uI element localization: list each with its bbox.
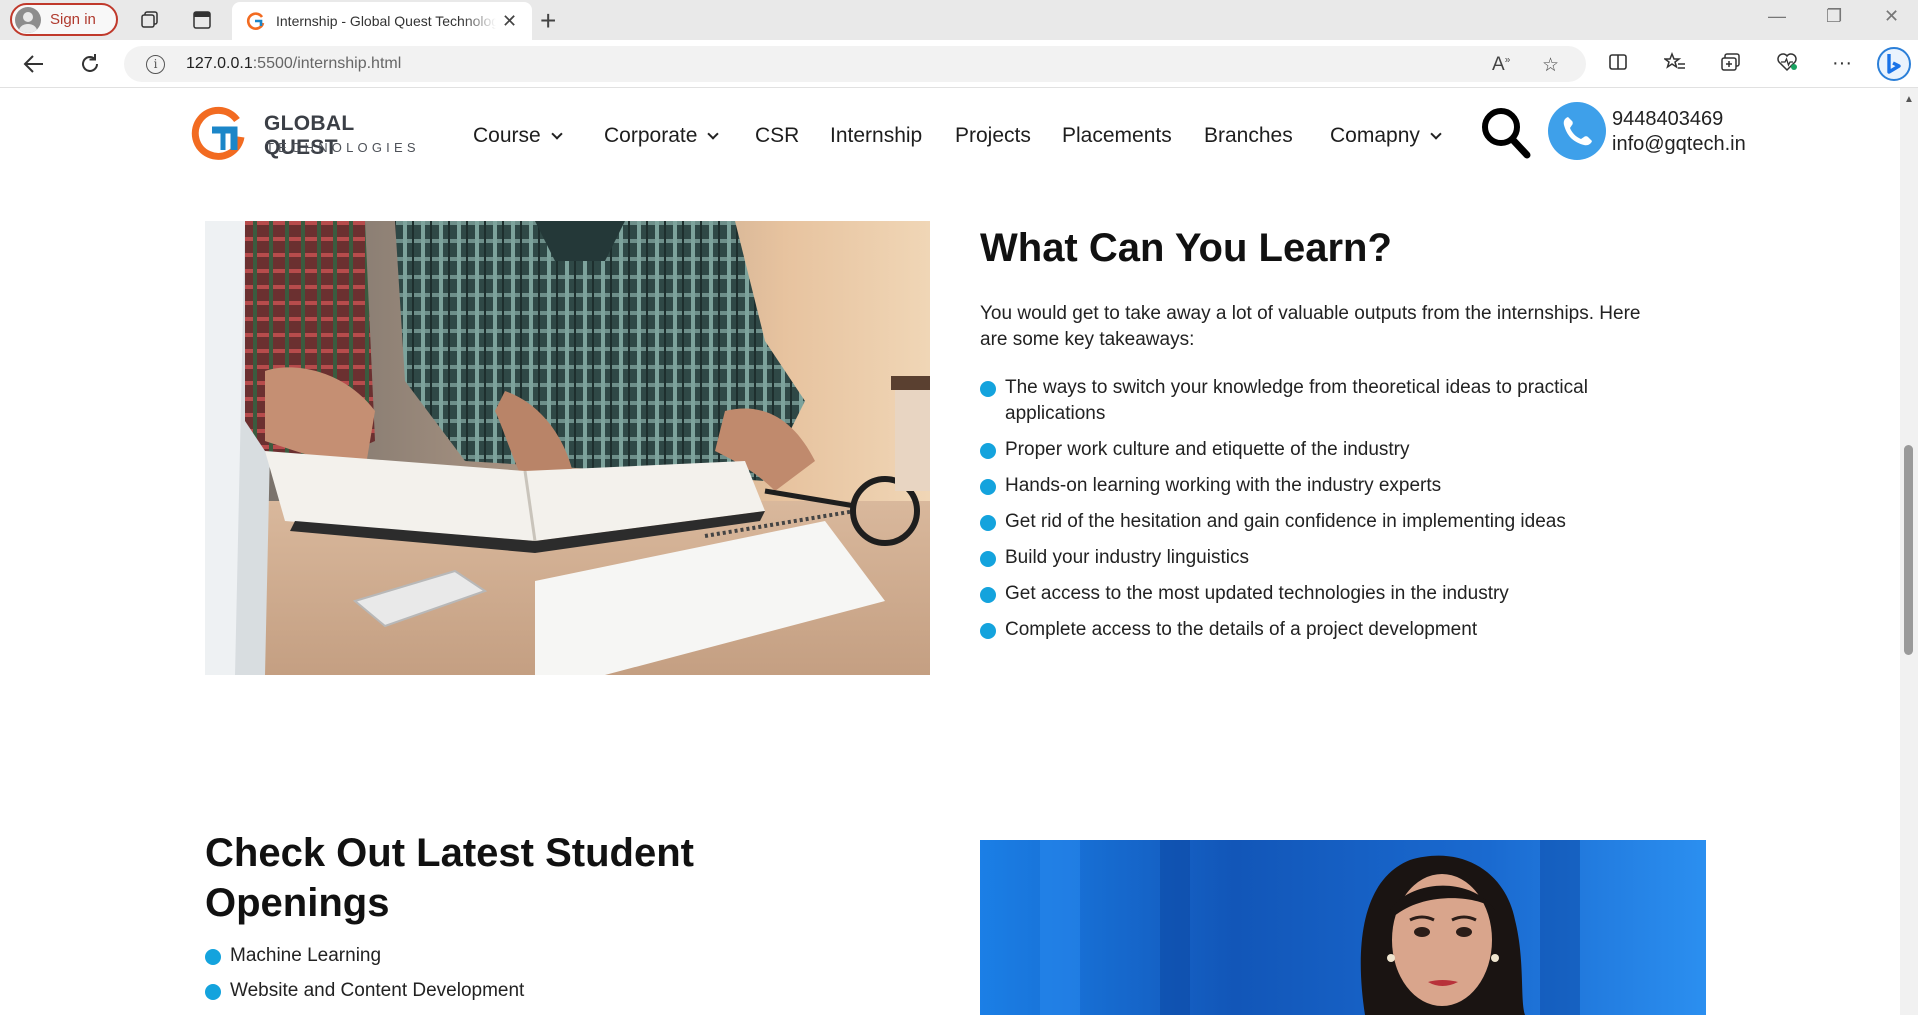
nav-csr[interactable]: CSR (755, 124, 799, 148)
phone-icon[interactable] (1548, 102, 1606, 160)
nav-corporate[interactable]: Corporate (604, 124, 720, 148)
chevron-down-icon (551, 128, 563, 140)
nav-course[interactable]: Course (473, 124, 563, 148)
list-item: Get access to the most updated technolog… (980, 581, 1660, 607)
list-item: Get rid of the hesitation and gain confi… (980, 509, 1660, 535)
learn-heading: What Can You Learn? (980, 226, 1392, 270)
collections-icon[interactable] (1720, 52, 1742, 78)
logo-mark-icon (191, 106, 245, 160)
bullet-icon (980, 381, 996, 397)
page-scrollbar[interactable]: ▲ (1900, 88, 1918, 1015)
split-screen-icon[interactable] (1608, 52, 1628, 78)
address-bar[interactable]: i 127.0.0.1:5500/internship.html A» ☆ (124, 46, 1586, 82)
nav-projects[interactable]: Projects (955, 124, 1031, 148)
list-item: Website and Content Development (205, 978, 805, 1004)
learn-intro: You would get to take away a lot of valu… (980, 303, 1641, 350)
vertical-tabs-icon[interactable] (190, 8, 214, 32)
list-item: Proper work culture and etiquette of the… (980, 437, 1660, 463)
url-text: 127.0.0.1:5500/internship.html (186, 55, 402, 72)
bullet-icon (980, 479, 996, 495)
read-aloud-icon[interactable]: A» (1492, 54, 1510, 76)
info-icon[interactable]: i (146, 55, 165, 74)
bullet-icon (205, 949, 221, 965)
nav-company[interactable]: Comapny (1330, 124, 1442, 148)
bullet-icon (980, 587, 996, 603)
site-logo[interactable]: GLOBAL QUEST TECHNOLOGIES (190, 104, 430, 164)
sign-in-label: Sign in (50, 11, 96, 28)
minimize-icon[interactable]: — (1768, 6, 1786, 27)
openings-list: Machine Learning Website and Content Dev… (205, 943, 805, 1013)
bullet-icon (980, 623, 996, 639)
nav-internship[interactable]: Internship (830, 124, 922, 148)
browser-tab-strip: Sign in Internship - Global Quest Techno… (0, 0, 1918, 40)
bullet-icon (980, 515, 996, 531)
favorites-icon[interactable] (1662, 51, 1686, 78)
workspaces-icon[interactable] (138, 8, 162, 32)
browser-essentials-icon[interactable] (1776, 52, 1798, 78)
list-item: The ways to switch your knowledge from t… (980, 375, 1660, 427)
bullet-icon (980, 551, 996, 567)
site-favicon-icon (247, 12, 265, 30)
contact-email[interactable]: info@gqtech.in (1612, 133, 1746, 156)
address-toolbar: i 127.0.0.1:5500/internship.html A» ☆ ··… (0, 40, 1918, 88)
page-viewport: GLOBAL QUEST TECHNOLOGIES Course Corpora… (0, 88, 1900, 1015)
sign-in-button[interactable]: Sign in (10, 3, 118, 36)
bullet-icon (980, 443, 996, 459)
scrollbar-thumb[interactable] (1904, 445, 1913, 655)
new-tab-button[interactable]: + (540, 5, 556, 37)
takeaways-list: The ways to switch your knowledge from t… (980, 375, 1660, 653)
restore-icon[interactable]: ❐ (1826, 6, 1842, 27)
back-icon[interactable] (20, 50, 48, 78)
list-item: Complete access to the details of a proj… (980, 617, 1660, 643)
chevron-down-icon (707, 128, 720, 140)
bing-icon[interactable] (1876, 46, 1912, 88)
contact-phone[interactable]: 9448403469 (1612, 108, 1723, 131)
refresh-icon[interactable] (76, 50, 104, 78)
chevron-down-icon (1430, 128, 1442, 140)
profile-avatar-icon (15, 6, 41, 33)
more-icon[interactable]: ··· (1832, 52, 1852, 75)
list-item: Build your industry linguistics (980, 545, 1660, 571)
list-item: Machine Learning (205, 943, 805, 969)
tab-title: Internship - Global Quest Technologies (276, 13, 496, 29)
nav-branches[interactable]: Branches (1204, 124, 1293, 148)
active-tab[interactable]: Internship - Global Quest Technologies ✕ (232, 2, 532, 40)
students-studying-image (205, 221, 930, 675)
close-window-icon[interactable]: ✕ (1884, 6, 1899, 27)
list-item: Hands-on learning working with the indus… (980, 473, 1660, 499)
close-tab-icon[interactable]: ✕ (502, 11, 517, 32)
student-portrait-image (980, 840, 1706, 1015)
openings-heading: Check Out Latest Student Openings (205, 831, 694, 925)
favorite-icon[interactable]: ☆ (1542, 54, 1559, 77)
search-icon[interactable] (1480, 104, 1532, 160)
scroll-up-icon[interactable]: ▲ (1904, 94, 1914, 105)
nav-placements[interactable]: Placements (1062, 124, 1172, 148)
bullet-icon (205, 984, 221, 1000)
logo-tagline: TECHNOLOGIES (266, 140, 420, 155)
